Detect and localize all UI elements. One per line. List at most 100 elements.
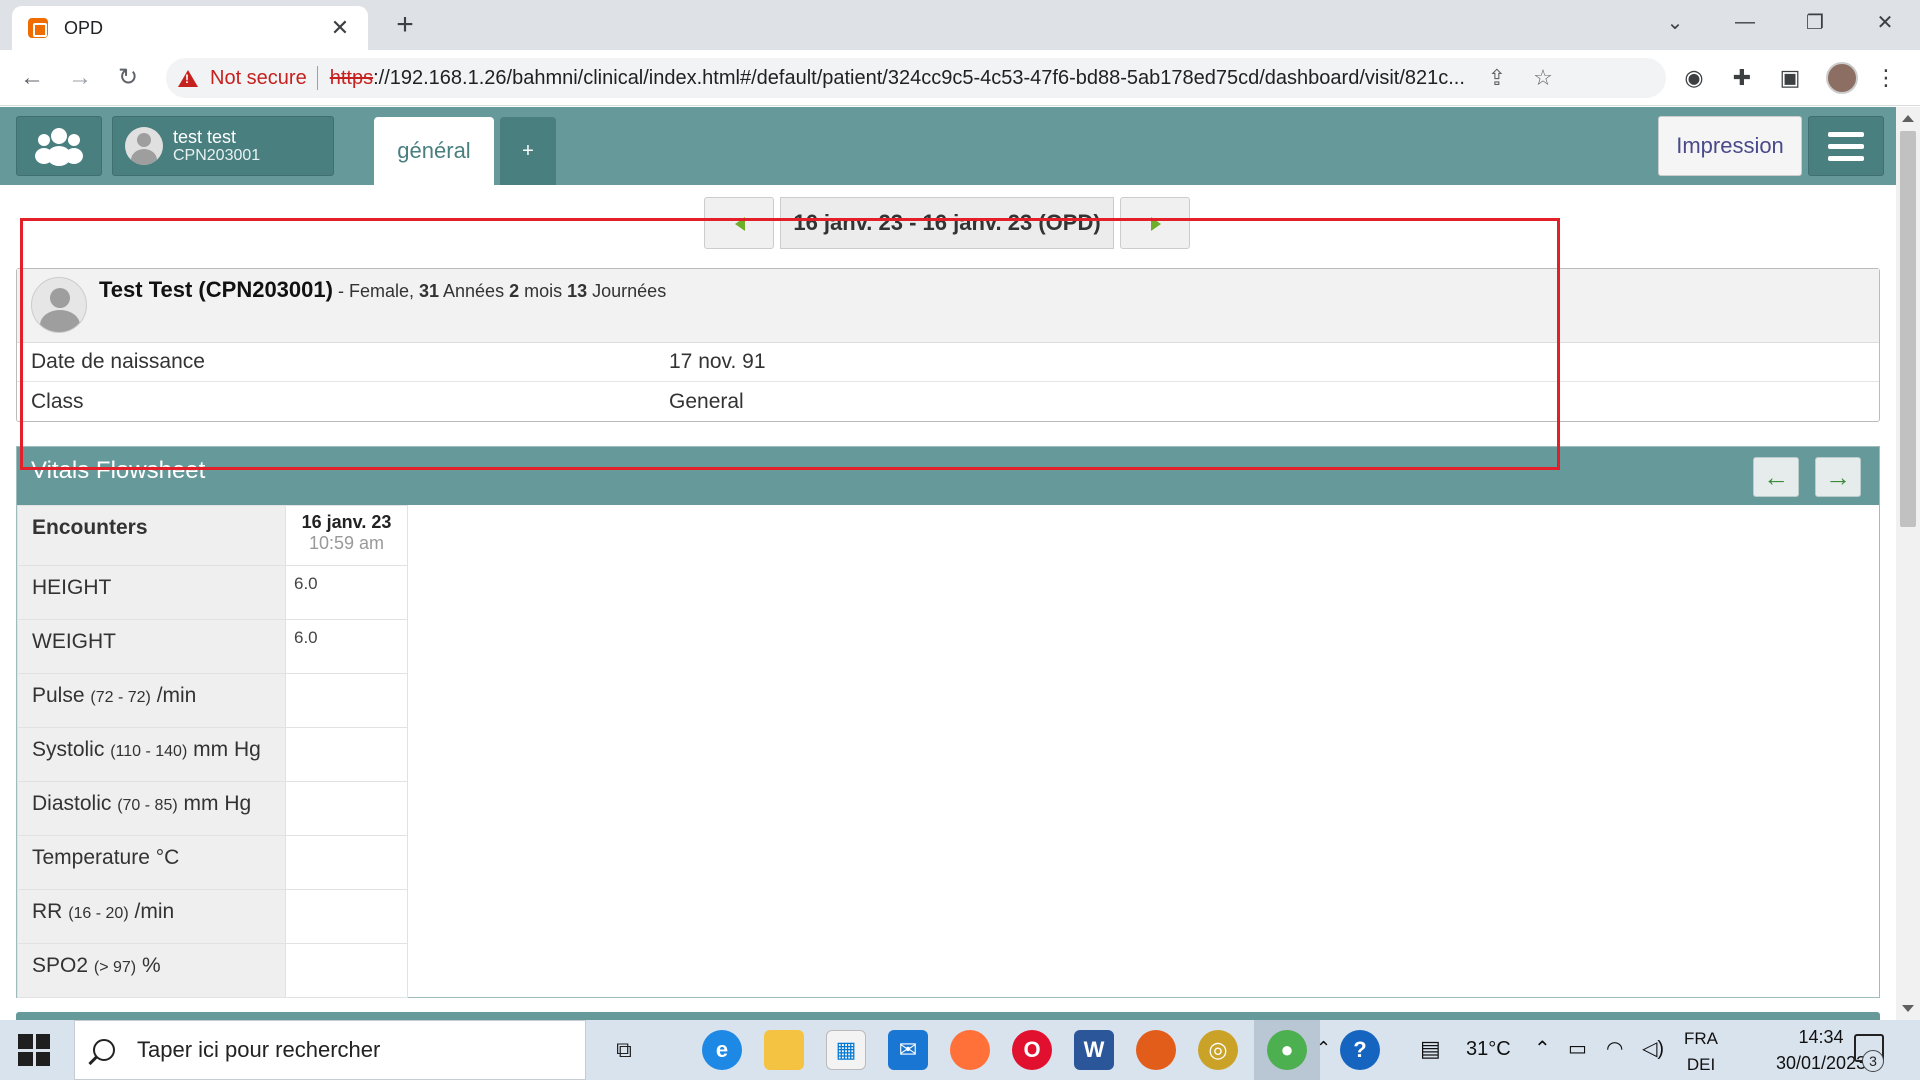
scroll-down-icon[interactable] — [1902, 1005, 1914, 1012]
scroll-up-icon[interactable] — [1902, 115, 1914, 122]
vitals-next-button[interactable]: → — [1815, 457, 1861, 497]
edge-icon[interactable]: e — [702, 1030, 742, 1070]
scroll-thumb[interactable] — [1900, 131, 1916, 527]
tab-close-icon[interactable]: ✕ — [328, 15, 352, 41]
next-visit-button[interactable] — [1120, 197, 1190, 249]
table-row: Systolic (110 - 140) mm Hg — [17, 727, 408, 782]
reload-icon[interactable]: ↻ — [112, 62, 144, 94]
previous-visit-button[interactable] — [704, 197, 774, 249]
extension-icon[interactable]: ◉ — [1680, 64, 1708, 92]
omnibox-divider — [316, 66, 318, 90]
chrome-menu-icon[interactable]: ⋮ — [1872, 64, 1900, 92]
file-explorer-icon[interactable] — [764, 1030, 804, 1070]
table-row: HEIGHT 6.0 — [17, 565, 408, 620]
patient-card-header: Test Test (CPN203001) - Female, 31 Année… — [17, 269, 1879, 343]
patient-attribute-row: Class General — [17, 382, 1879, 421]
clock-time: 14:34 — [1798, 1027, 1844, 1047]
vital-range: (16 - 20) — [68, 905, 129, 922]
vital-value: 6.0 — [285, 565, 408, 620]
browser-tab-opd[interactable]: OPD ✕ — [12, 6, 368, 50]
news-widget-icon[interactable]: ▤ — [1420, 1036, 1441, 1062]
taskbar-search[interactable]: Taper ici pour rechercher — [74, 1020, 586, 1080]
back-icon[interactable]: ← — [16, 62, 48, 94]
vital-label: SPO2 (> 97) % — [17, 943, 286, 998]
vital-range: (> 97) — [93, 959, 137, 976]
firefox-dev-icon[interactable] — [1136, 1030, 1176, 1070]
table-row: Pulse (72 - 72) /min — [17, 673, 408, 728]
age-months: 2 — [509, 281, 520, 301]
title-separator: - — [332, 281, 349, 301]
table-row: RR (16 - 20) /min — [17, 889, 408, 944]
windows-start-icon[interactable] — [18, 1034, 50, 1066]
opera-icon[interactable]: O — [1012, 1030, 1052, 1070]
vital-range: (72 - 72) — [90, 689, 151, 706]
extensions-puzzle-icon[interactable]: ✚ — [1728, 64, 1756, 92]
close-window-button[interactable]: ✕ — [1850, 0, 1920, 44]
chrome-icon[interactable]: ● — [1267, 1030, 1307, 1070]
store-icon[interactable]: ▦ — [826, 1030, 866, 1070]
media-player-icon[interactable]: ◎ — [1198, 1030, 1238, 1070]
help-icon[interactable]: ? — [1340, 1030, 1380, 1070]
vital-label: HEIGHT — [17, 565, 286, 620]
vital-range: (110 - 140) — [110, 743, 188, 760]
encounter-column-header[interactable]: 16 janv. 23 10:59 am — [285, 505, 408, 566]
url-text: ://192.168.1.26/bahmni/clinical/index.ht… — [373, 66, 1465, 89]
age-years-unit: Années — [439, 281, 510, 301]
vitals-flowsheet: Vitals Flowsheet ← → Encounters 16 janv.… — [16, 446, 1880, 998]
taskbar-chevron-icon[interactable]: ⌃ — [1316, 1038, 1331, 1059]
window-controls: ⌄ — ❐ ✕ — [1640, 0, 1920, 44]
firefox-icon[interactable] — [950, 1030, 990, 1070]
tab-general[interactable]: général — [374, 117, 494, 185]
vitals-prev-button[interactable]: ← — [1753, 457, 1799, 497]
vital-label: Diastolic (70 - 85) mm Hg — [17, 781, 286, 836]
table-row: SPO2 (> 97) % — [17, 943, 408, 998]
tray-expand-icon[interactable]: ⌃ — [1534, 1036, 1551, 1061]
vital-unit: % — [141, 954, 161, 977]
vitals-title: Vitals Flowsheet — [31, 457, 206, 484]
task-view-icon[interactable]: ⧉ — [604, 1030, 644, 1070]
sidepanel-icon[interactable]: ▣ — [1776, 64, 1804, 92]
word-icon[interactable]: W — [1074, 1030, 1114, 1070]
minimize-button[interactable]: — — [1710, 0, 1780, 44]
volume-icon[interactable]: ◁) — [1642, 1036, 1664, 1061]
tab-add-button[interactable]: + — [500, 117, 556, 185]
address-bar[interactable]: Not secure https ://192.168.1.26/bahmni/… — [166, 58, 1666, 98]
not-secure-label[interactable]: Not secure — [210, 67, 307, 90]
system-clock[interactable]: 14:34 30/01/2023 — [1776, 1024, 1866, 1076]
vital-value — [285, 673, 408, 728]
hamburger-menu-icon[interactable] — [1808, 116, 1884, 176]
print-button[interactable]: Impression — [1658, 116, 1802, 176]
patient-attribute-row: Date de naissance 17 nov. 91 — [17, 343, 1879, 382]
page-scrollbar[interactable] — [1896, 107, 1920, 1020]
vital-unit: °C — [155, 846, 180, 869]
wifi-icon[interactable]: ◠ — [1606, 1036, 1623, 1061]
next-section-header — [16, 1012, 1880, 1020]
avatar — [31, 277, 87, 333]
share-icon[interactable]: ⇪ — [1483, 64, 1511, 92]
vital-label: Systolic (110 - 140) mm Hg — [17, 727, 286, 782]
table-row: Diastolic (70 - 85) mm Hg — [17, 781, 408, 836]
forward-icon[interactable]: → — [64, 62, 96, 94]
table-row: Temperature °C — [17, 835, 408, 890]
home-button[interactable] — [16, 116, 102, 176]
vital-unit: mm Hg — [193, 738, 261, 761]
vital-unit: mm Hg — [183, 792, 252, 815]
mail-icon[interactable]: ✉ — [888, 1030, 928, 1070]
profile-avatar[interactable] — [1826, 62, 1858, 94]
restore-button[interactable]: ❐ — [1780, 0, 1850, 44]
attribute-value: 17 nov. 91 — [669, 350, 766, 373]
vital-unit: /min — [156, 684, 197, 707]
input-language[interactable]: FRA DEI — [1684, 1026, 1718, 1078]
age-years: 31 — [418, 281, 440, 301]
bahmni-favicon-icon — [28, 18, 48, 38]
battery-icon[interactable]: ▭ — [1568, 1036, 1587, 1061]
star-icon[interactable]: ☆ — [1529, 64, 1557, 92]
patient-button[interactable]: test test CPN203001 — [112, 116, 334, 176]
vital-value: 6.0 — [285, 619, 408, 674]
patient-button-text: test test CPN203001 — [173, 127, 260, 165]
new-tab-button[interactable]: + — [388, 8, 422, 42]
age-months-unit: mois — [519, 281, 568, 301]
tab-search-chevron-icon[interactable]: ⌄ — [1640, 0, 1710, 44]
vital-label: Pulse (72 - 72) /min — [17, 673, 286, 728]
weather-temperature[interactable]: 31°C — [1466, 1038, 1511, 1061]
